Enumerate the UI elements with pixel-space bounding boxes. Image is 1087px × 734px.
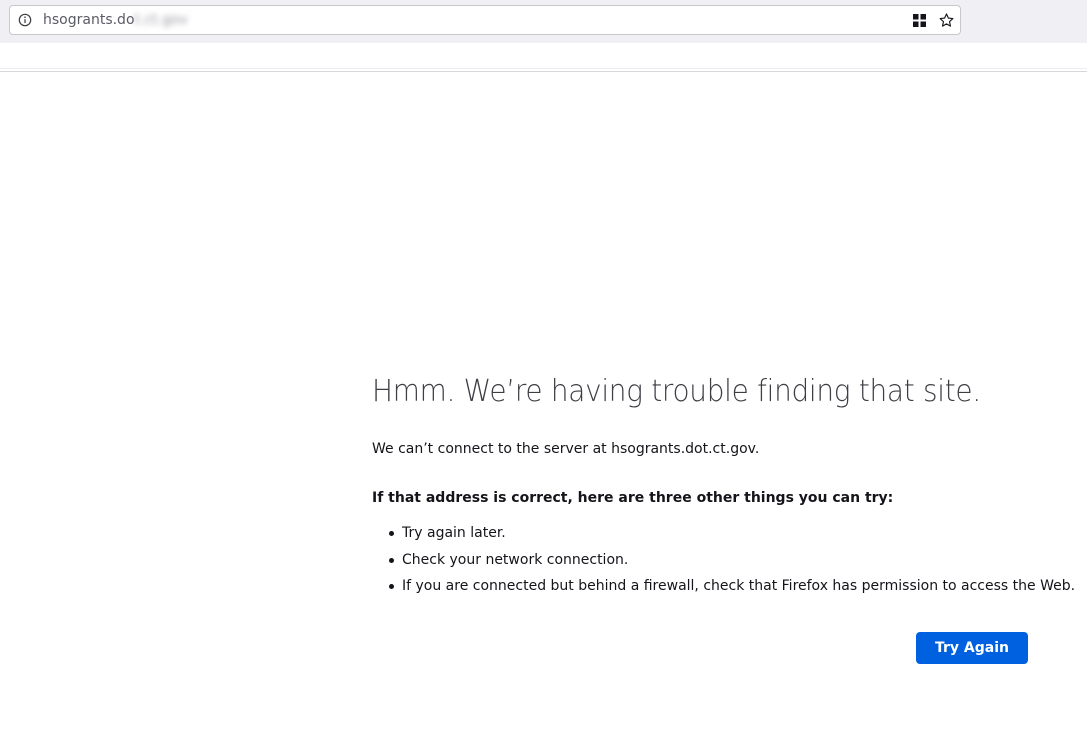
list-item: If you are connected but behind a firewa… [372, 575, 1075, 602]
browser-toolbar: hsogrants.dot.ct.gov [0, 0, 1087, 43]
error-container: Hmm. We’re having trouble finding that s… [372, 370, 1075, 594]
list-item: Try again later. [372, 522, 1075, 549]
tips-heading: If that address is correct, here are thr… [372, 490, 894, 506]
tips-list: Try again later. Check your network conn… [372, 522, 1075, 602]
url-text[interactable]: hsogrants.dot.ct.gov [43, 12, 188, 28]
error-description: We can’t connect to the server at hsogra… [372, 441, 760, 457]
divider [0, 68, 1087, 69]
page-title: Hmm. We’re having trouble finding that s… [372, 374, 981, 409]
url-visible-text: hsogrants.do [43, 12, 135, 28]
grid-icon[interactable] [913, 14, 926, 27]
star-icon[interactable] [938, 12, 955, 29]
url-bar[interactable]: hsogrants.dot.ct.gov [9, 5, 961, 35]
url-obscured-text: t.ct.gov [134, 12, 188, 28]
info-icon[interactable] [18, 13, 32, 27]
list-item: Check your network connection. [372, 549, 1075, 576]
try-again-button[interactable]: Try Again [916, 632, 1028, 664]
